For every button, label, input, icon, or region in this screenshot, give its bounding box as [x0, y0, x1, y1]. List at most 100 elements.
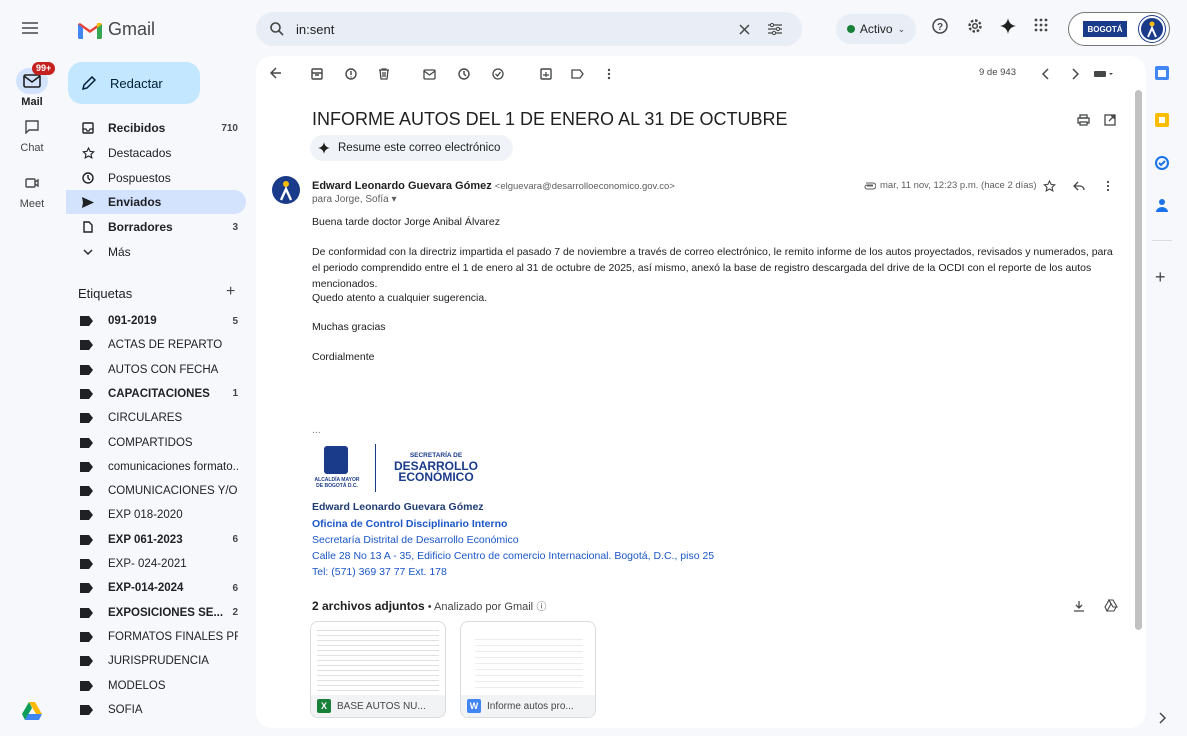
search-input[interactable]: [296, 21, 739, 37]
label-item[interactable]: EXP- 024-2021: [66, 552, 246, 576]
label-name: FORMATOS FINALES PR...: [108, 630, 238, 643]
label-name: COMPARTIDOS: [108, 436, 193, 449]
signature-address: Calle 28 No 13 A - 35, Edificio Centro d…: [312, 550, 715, 562]
label-item[interactable]: COMUNICACIONES Y/O ...: [66, 479, 246, 503]
summarize-button[interactable]: Resume este correo electrónico: [310, 135, 514, 161]
add-to-drive-icon[interactable]: [1104, 599, 1118, 613]
label-item[interactable]: EXP-014-2024 6: [66, 576, 246, 600]
label-item[interactable]: CIRCULARES: [66, 406, 246, 430]
nav-item-enviados[interactable]: Enviados: [66, 190, 246, 214]
move-to-icon[interactable]: [540, 68, 552, 80]
label-item[interactable]: FORMATOS FINALES PR...: [66, 625, 246, 649]
rail-chat-label: Chat: [20, 142, 44, 154]
get-addons-icon[interactable]: +: [1155, 267, 1166, 288]
report-spam-icon[interactable]: [345, 68, 357, 80]
message-more-icon[interactable]: [1106, 180, 1110, 192]
print-icon[interactable]: [1077, 114, 1090, 126]
inbox-icon: [80, 122, 96, 134]
label-name: CIRCULARES: [108, 412, 183, 425]
word-icon: W: [467, 699, 481, 713]
label-tag-icon: [80, 413, 96, 424]
label-item[interactable]: MODELOS: [66, 674, 246, 698]
download-all-icon[interactable]: [1073, 600, 1085, 612]
document-preview: [475, 634, 583, 690]
label-item[interactable]: CAPACITACIONES 1: [66, 382, 246, 406]
snooze-icon[interactable]: [458, 68, 470, 80]
search-icon[interactable]: [270, 22, 284, 36]
older-icon[interactable]: [1071, 68, 1079, 80]
chevron-down-icon: [80, 249, 96, 255]
nav-item-destacados[interactable]: Destacados: [66, 141, 246, 165]
rail-meet-label: Meet: [19, 198, 45, 210]
sparkle-icon: [318, 142, 330, 154]
label-item[interactable]: COMPARTIDOS: [66, 431, 246, 455]
nav-item-count: 3: [232, 221, 238, 233]
email-date: mar, 11 nov, 12:23 p.m. (hace 2 días): [880, 180, 1037, 191]
body-paragraph: Quedo atento a cualquier sugerencia.: [312, 292, 488, 304]
logo-left-2: DE BOGOTÁ D.C.: [316, 483, 358, 489]
search-options-icon[interactable]: [768, 23, 782, 35]
clear-search-icon[interactable]: [739, 23, 750, 35]
label-tag-icon: [80, 437, 96, 448]
video-icon: [25, 178, 39, 188]
star-icon[interactable]: [1043, 180, 1056, 192]
label-item[interactable]: 091-2019 5: [66, 309, 246, 333]
nav-item-pospuestos[interactable]: Pospuestos: [66, 166, 246, 190]
label-item[interactable]: EXP 018-2020: [66, 503, 246, 527]
label-item[interactable]: EXP 061-2023 6: [66, 528, 246, 552]
apps-grid-icon[interactable]: [1034, 18, 1048, 32]
rail-chat[interactable]: Chat: [0, 114, 64, 154]
delete-icon[interactable]: [378, 68, 390, 80]
account-switcher[interactable]: BOGOTÁ: [1068, 12, 1170, 46]
spreadsheet-preview: [317, 626, 439, 692]
back-icon[interactable]: [270, 67, 282, 79]
rail-meet[interactable]: Meet: [0, 170, 64, 210]
details-dropdown-icon: ▾: [391, 194, 397, 205]
add-label-icon[interactable]: +: [226, 283, 235, 301]
send-icon: [80, 196, 96, 208]
rail-mail[interactable]: 99+ Mail: [0, 62, 64, 108]
mark-unread-icon[interactable]: [423, 68, 436, 80]
attachment-card-xlsx[interactable]: X BASE AUTOS NU...: [310, 621, 446, 718]
attachment-card-docx[interactable]: W Informe autos pro...: [460, 621, 596, 718]
calendar-icon[interactable]: [1155, 66, 1169, 80]
more-options-icon[interactable]: [607, 68, 611, 80]
compose-button[interactable]: Redactar: [68, 62, 200, 104]
label-item[interactable]: EXPOSICIONES SE... 2: [66, 601, 246, 625]
label-item[interactable]: JURISPRUDENCIA: [66, 649, 246, 673]
info-icon[interactable]: ⓘ: [536, 602, 546, 613]
keep-icon[interactable]: [1155, 113, 1169, 127]
help-icon[interactable]: ?: [932, 18, 948, 34]
contacts-icon[interactable]: [1155, 198, 1169, 212]
show-side-panel-icon[interactable]: [1158, 712, 1166, 724]
logo-right-3: ECONÓMICO: [398, 470, 474, 484]
nav-item-borradores[interactable]: Borradores 3: [66, 215, 246, 239]
archive-icon[interactable]: [311, 68, 323, 80]
open-new-window-icon[interactable]: [1104, 114, 1116, 126]
gmail-logo[interactable]: Gmail: [78, 19, 155, 40]
label-tag-icon: [80, 364, 96, 375]
label-item[interactable]: AUTOS CON FECHA: [66, 358, 246, 382]
quoted-ellipsis[interactable]: ...: [312, 422, 1122, 438]
drive-icon[interactable]: [22, 702, 42, 720]
mail-icon: [23, 74, 41, 88]
label-item[interactable]: comunicaciones formato...: [66, 455, 246, 479]
gemini-icon[interactable]: [1000, 18, 1016, 34]
recipients[interactable]: para Jorge, Sofía ▾: [312, 194, 397, 205]
nav-item-recibidos[interactable]: Recibidos 710: [66, 116, 246, 140]
main-menu-icon[interactable]: [22, 22, 38, 34]
scrollbar[interactable]: [1135, 90, 1142, 630]
sender-avatar[interactable]: [272, 176, 300, 204]
reply-icon[interactable]: [1073, 181, 1085, 191]
label-item[interactable]: ACTAS DE REPARTO: [66, 333, 246, 357]
add-to-tasks-icon[interactable]: [492, 68, 505, 80]
newer-icon[interactable]: [1042, 68, 1050, 80]
nav-item-más[interactable]: Más: [66, 240, 246, 264]
sender-name[interactable]: Edward Leonardo Guevara Gómez: [312, 180, 492, 192]
input-tools-icon[interactable]: [1094, 68, 1114, 80]
settings-icon[interactable]: [967, 18, 983, 34]
label-item[interactable]: SOFÍA: [66, 698, 246, 722]
tasks-icon[interactable]: [1155, 156, 1169, 170]
status-button[interactable]: Activo ⌄: [836, 14, 916, 44]
label-icon[interactable]: [571, 68, 584, 80]
